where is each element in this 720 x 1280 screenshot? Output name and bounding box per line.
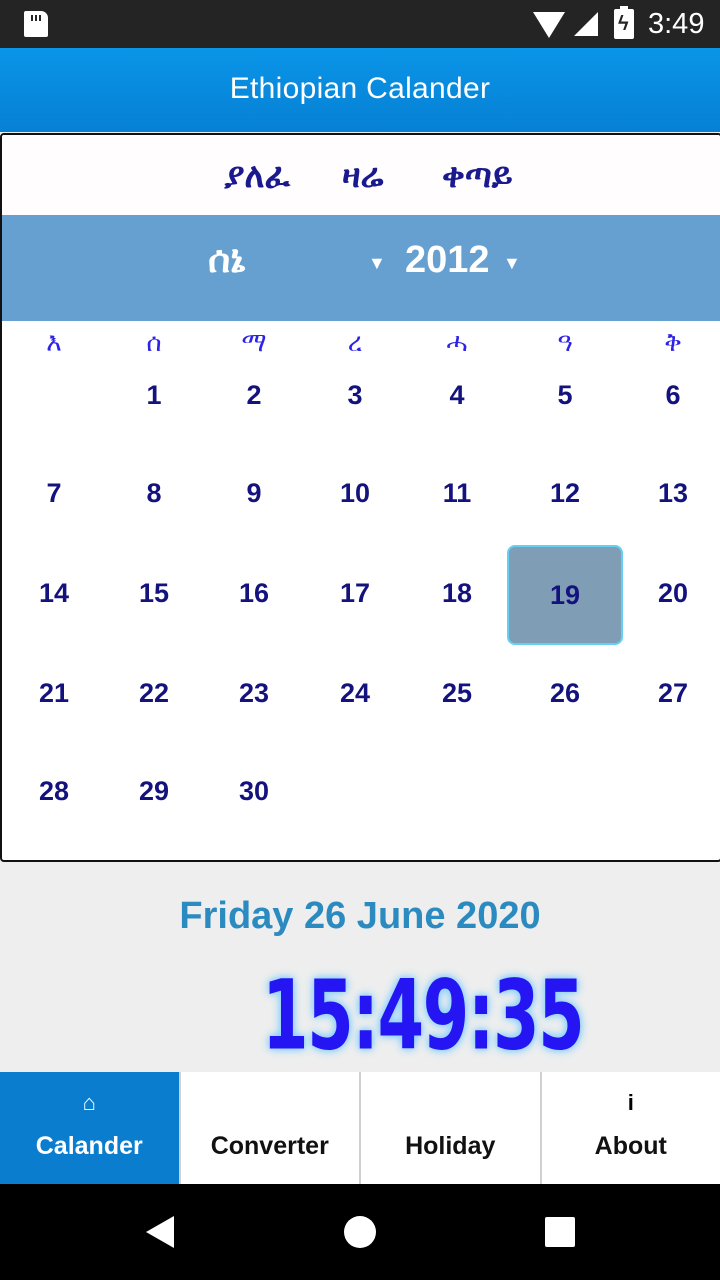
status-clock: 3:49 <box>648 8 705 40</box>
status-bar: ϟ 3:49 <box>0 0 720 48</box>
tab-converter[interactable]: Converter <box>178 1072 360 1184</box>
day-cell[interactable]: 15 <box>96 545 212 645</box>
today-button[interactable]: ዛሬ <box>342 157 383 196</box>
day-cell[interactable]: 5 <box>507 347 623 447</box>
wifi-icon <box>533 12 565 38</box>
app-bar: Ethiopian Calander <box>0 48 720 132</box>
selected-day-cell[interactable]: 19 <box>507 545 623 645</box>
tab-label: Converter <box>210 1132 329 1160</box>
day-cell[interactable]: 6 <box>615 347 720 447</box>
day-cell[interactable]: 3 <box>297 347 413 447</box>
sd-card-icon <box>24 11 48 37</box>
month-year-picker-row: ሰኔ ▼ 2012 ▼ <box>2 215 720 321</box>
day-cell[interactable]: 23 <box>196 645 312 745</box>
tab-holiday[interactable]: Holiday <box>359 1072 540 1184</box>
calendar-nav-row: ያለፈ ዛሬ ቀጣይ <box>2 135 720 215</box>
day-cell[interactable]: 30 <box>196 743 312 843</box>
day-cell[interactable]: 9 <box>196 445 312 545</box>
calendar: ያለፈ ዛሬ ቀጣይ ሰኔ ▼ 2012 ▼ እሰማረሓዓቅ 123456789… <box>0 133 720 862</box>
gregorian-date: Friday 26 June 2020 <box>179 895 541 937</box>
back-icon[interactable] <box>146 1216 174 1248</box>
day-cell[interactable]: 12 <box>507 445 623 545</box>
chevron-down-icon: ▼ <box>368 253 386 273</box>
day-cell[interactable]: 20 <box>615 545 720 645</box>
digital-clock: 15:49:35 <box>262 960 585 1072</box>
previous-month-button[interactable]: ያለፈ <box>224 157 290 196</box>
chevron-down-icon: ▼ <box>503 253 521 273</box>
day-cell[interactable]: 4 <box>399 347 515 447</box>
tab-label: Holiday <box>405 1132 496 1160</box>
home-icon: ⌂ <box>82 1090 96 1115</box>
day-cell[interactable]: 10 <box>297 445 413 545</box>
tab-label: About <box>594 1132 667 1160</box>
day-cell[interactable]: 18 <box>399 545 515 645</box>
day-cell[interactable]: 22 <box>96 645 212 745</box>
app-title: Ethiopian Calander <box>229 72 491 105</box>
year-select[interactable]: 2012 ▼ <box>405 239 525 282</box>
day-cell[interactable]: 8 <box>96 445 212 545</box>
day-cell[interactable]: 26 <box>507 645 623 745</box>
year-select-value: 2012 <box>405 239 490 281</box>
home-circle-icon[interactable] <box>344 1216 376 1248</box>
day-cell[interactable]: 11 <box>399 445 515 545</box>
info-icon: i <box>627 1090 634 1115</box>
month-select-value: ሰኔ <box>208 239 246 281</box>
tab-about[interactable]: i About <box>539 1072 720 1184</box>
month-select[interactable]: ሰኔ ▼ <box>208 239 388 282</box>
day-cell[interactable]: 27 <box>615 645 720 745</box>
bottom-navigation: ⌂ Calander Converter Holiday i About <box>0 1072 720 1184</box>
day-cell[interactable]: 2 <box>196 347 312 447</box>
day-cell[interactable]: 25 <box>399 645 515 745</box>
cell-signal-icon <box>574 12 598 36</box>
day-cell[interactable]: 24 <box>297 645 413 745</box>
tab-calander[interactable]: ⌂ Calander <box>0 1072 179 1184</box>
day-cell[interactable]: 16 <box>196 545 312 645</box>
day-cell[interactable]: 1 <box>96 347 212 447</box>
day-cell[interactable]: 13 <box>615 445 720 545</box>
weekday-label: እ <box>46 327 62 357</box>
day-cell[interactable]: 17 <box>297 545 413 645</box>
tab-label: Calander <box>35 1132 143 1160</box>
battery-charging-icon: ϟ <box>614 6 634 39</box>
recent-apps-icon[interactable] <box>545 1217 575 1247</box>
day-cell[interactable]: 29 <box>96 743 212 843</box>
system-navigation-bar <box>0 1184 720 1280</box>
next-month-button[interactable]: ቀጣይ <box>442 157 513 196</box>
